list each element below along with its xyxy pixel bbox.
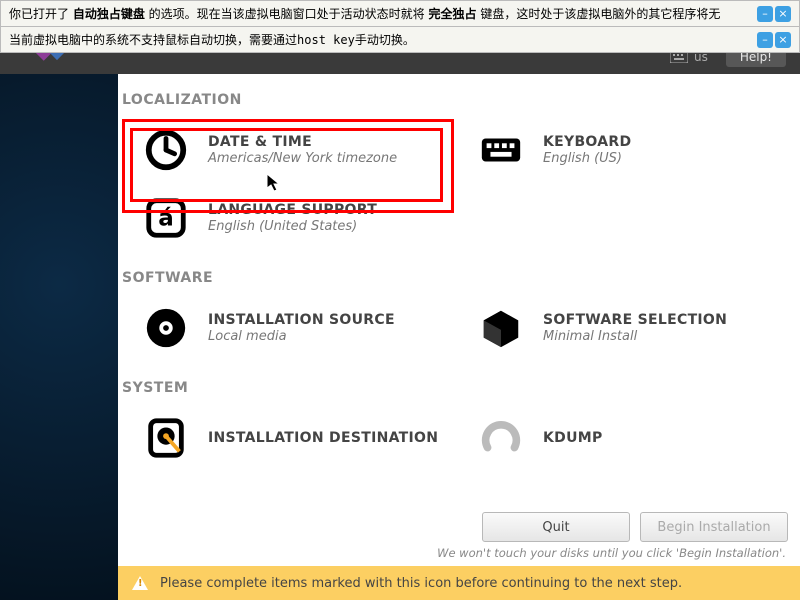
installation-summary: LOCALIZATION DATE & TIME Americas/New Yo…	[118, 74, 800, 566]
spoke-title: KDUMP	[543, 430, 603, 446]
spoke-title: INSTALLATION DESTINATION	[208, 430, 438, 446]
spoke-software-selection[interactable]: SOFTWARE SELECTION Minimal Install	[453, 294, 788, 362]
spoke-kdump[interactable]: KDUMP	[453, 404, 788, 472]
sidebar	[0, 74, 118, 600]
vbox-notice-1: 你已打开了 自动独占键盘 的选项。现在当该虚拟电脑窗口处于活动状态时就将 完全独…	[0, 0, 800, 27]
language-icon: á	[142, 194, 190, 242]
vbox-close-icon[interactable]: ×	[775, 6, 791, 22]
warning-bar[interactable]: Please complete items marked with this i…	[118, 566, 800, 600]
spoke-status: English (United States)	[208, 219, 377, 234]
package-icon	[477, 304, 525, 352]
spoke-installation-source[interactable]: INSTALLATION SOURCE Local media	[118, 294, 453, 362]
warning-text: Please complete items marked with this i…	[160, 576, 682, 591]
vbox-minimize-icon[interactable]: –	[757, 6, 773, 22]
spoke-status: Minimal Install	[543, 329, 727, 344]
vbox-minimize-icon[interactable]: –	[757, 32, 773, 48]
spoke-status: English (US)	[543, 151, 631, 166]
spoke-language[interactable]: á LANGUAGE SUPPORT English (United State…	[118, 184, 453, 252]
spoke-installation-destination[interactable]: INSTALLATION DESTINATION	[118, 404, 453, 472]
spoke-status: Americas/New York timezone	[208, 151, 397, 166]
kdump-icon	[477, 414, 525, 462]
spoke-title: INSTALLATION SOURCE	[208, 312, 395, 328]
vbox-close-icon[interactable]: ×	[775, 32, 791, 48]
spoke-title: LANGUAGE SUPPORT	[208, 202, 377, 218]
section-software: SOFTWARE	[122, 270, 788, 286]
action-buttons: Quit Begin Installation	[482, 512, 788, 542]
section-system: SYSTEM	[122, 380, 788, 396]
warning-triangle-icon	[132, 576, 148, 590]
section-localization: LOCALIZATION	[122, 92, 788, 108]
clock-icon	[142, 126, 190, 174]
spoke-title: DATE & TIME	[208, 134, 397, 150]
spoke-title: SOFTWARE SELECTION	[543, 312, 727, 328]
disc-icon	[142, 304, 190, 352]
spoke-keyboard[interactable]: KEYBOARD English (US)	[453, 116, 788, 184]
keyboard-icon	[477, 126, 525, 174]
svg-text:á: á	[158, 206, 174, 232]
harddrive-icon	[142, 414, 190, 462]
spoke-datetime[interactable]: DATE & TIME Americas/New York timezone	[118, 116, 453, 184]
spoke-status: Local media	[208, 329, 395, 344]
quit-button[interactable]: Quit	[482, 512, 630, 542]
vbox-notice-2: 当前虚拟电脑中的系统不支持鼠标自动切换，需要通过host key手动切换。 – …	[0, 27, 800, 53]
spoke-title: KEYBOARD	[543, 134, 631, 150]
disk-hint: We won't touch your disks until you clic…	[437, 546, 786, 560]
begin-installation-button[interactable]: Begin Installation	[640, 512, 788, 542]
